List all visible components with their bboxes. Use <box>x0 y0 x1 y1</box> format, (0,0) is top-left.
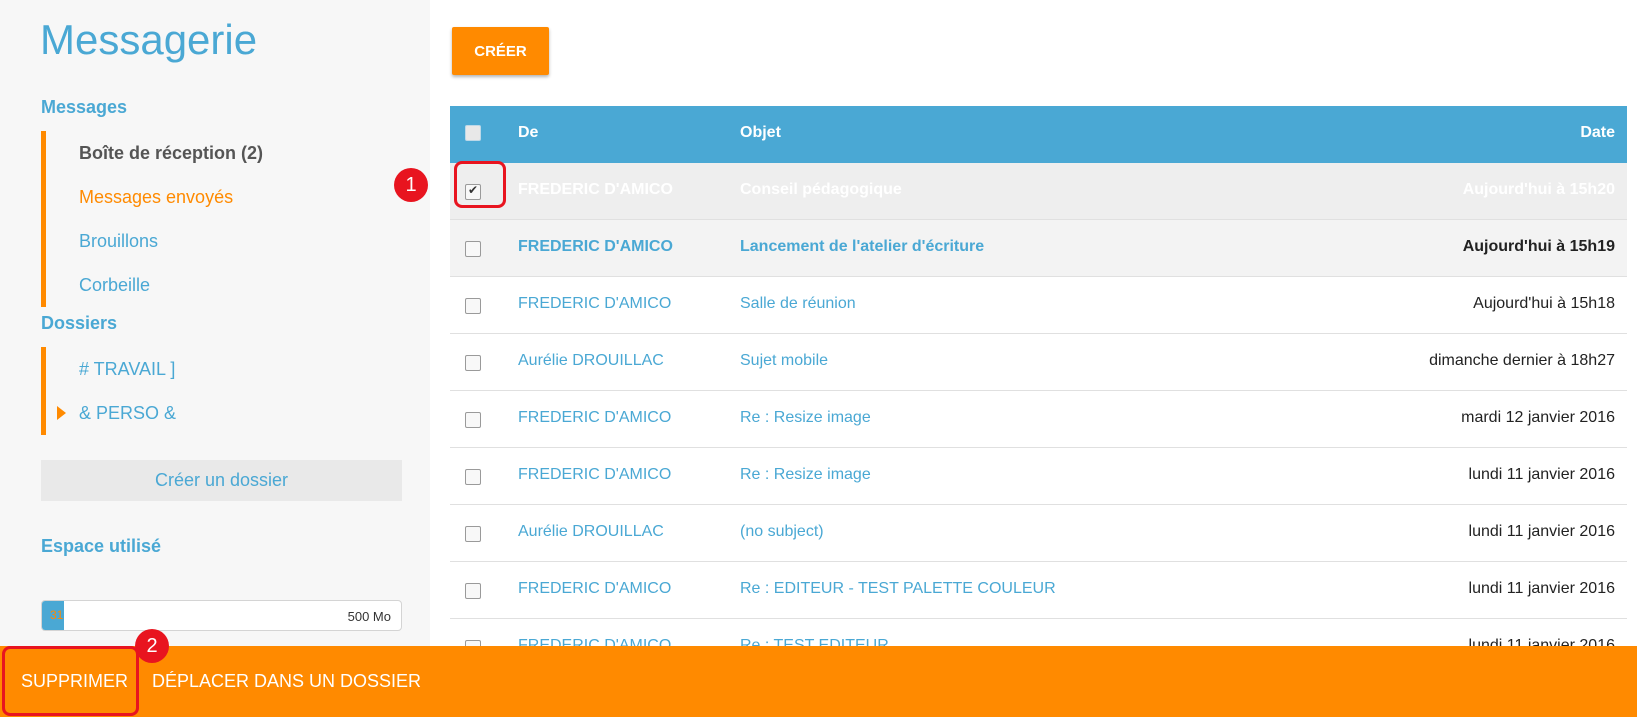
table-header: De Objet Date <box>450 106 1627 163</box>
table-row[interactable]: FREDERIC D'AMICO Salle de réunion Aujour… <box>450 277 1627 334</box>
row-from: Aurélie DROUILLAC <box>518 352 664 369</box>
folders-nav: # TRAVAIL ] & PERSO & <box>41 347 401 435</box>
select-all-checkbox[interactable] <box>465 125 481 141</box>
row-checkbox[interactable] <box>465 583 481 599</box>
row-from: FREDERIC D'AMICO <box>518 409 672 426</box>
sidebar-item-trash[interactable]: Corbeille <box>46 263 401 307</box>
row-checkbox[interactable] <box>465 241 481 257</box>
header-subject: Objet <box>740 124 781 141</box>
row-from: FREDERIC D'AMICO <box>518 637 672 646</box>
table-row[interactable]: FREDERIC D'AMICO Re : TEST EDITEUR lundi… <box>450 619 1627 646</box>
message-table: De Objet Date FREDERIC D'AMICO Conseil p… <box>450 106 1627 646</box>
row-date: lundi 11 janvier 2016 <box>1468 580 1615 597</box>
messages-section-title: Messages <box>41 97 128 117</box>
sidebar-item-sent[interactable]: Messages envoyés <box>46 175 401 219</box>
row-date: Aujourd'hui à 15h18 <box>1473 295 1615 312</box>
move-to-folder-button[interactable]: DÉPLACER DANS UN DOSSIER <box>152 646 421 717</box>
row-from: FREDERIC D'AMICO <box>518 466 672 483</box>
table-row[interactable]: FREDERIC D'AMICO Re : EDITEUR - TEST PAL… <box>450 562 1627 619</box>
row-subject: Lancement de l'atelier d'écriture <box>740 238 985 255</box>
table-row[interactable]: FREDERIC D'AMICO Conseil pédagogique Auj… <box>450 163 1627 220</box>
table-row[interactable]: FREDERIC D'AMICO Re : Resize image mardi… <box>450 391 1627 448</box>
row-subject: Sujet mobile <box>740 352 829 369</box>
row-subject: Re : EDITEUR - TEST PALETTE COULEUR <box>740 580 1056 597</box>
header-from: De <box>518 124 539 141</box>
row-date: mardi 12 janvier 2016 <box>1461 409 1615 426</box>
sidebar: Messagerie Messages Boîte de réception (… <box>0 0 430 717</box>
row-subject: Re : TEST EDITEUR <box>740 637 889 646</box>
highlight-delete <box>2 646 139 716</box>
row-subject: Conseil pédagogique <box>740 181 902 198</box>
folder-item-travail[interactable]: # TRAVAIL ] <box>46 347 401 391</box>
quota-title: Espace utilisé <box>41 536 162 556</box>
table-row[interactable]: FREDERIC D'AMICO Lancement de l'atelier … <box>450 220 1627 277</box>
row-date: dimanche dernier à 18h27 <box>1429 352 1615 369</box>
row-from: Aurélie DROUILLAC <box>518 523 664 540</box>
row-date: lundi 11 janvier 2016 <box>1468 637 1615 646</box>
create-folder-button[interactable]: Créer un dossier <box>41 460 402 501</box>
row-checkbox[interactable] <box>465 298 481 314</box>
caret-right-icon[interactable] <box>57 406 66 420</box>
row-date: Aujourd'hui à 15h20 <box>1462 181 1615 198</box>
annotation-marker-2: 2 <box>135 629 169 663</box>
folder-item-perso-label: & PERSO & <box>79 403 177 423</box>
row-checkbox[interactable] <box>465 469 481 485</box>
sidebar-item-drafts[interactable]: Brouillons <box>46 219 401 263</box>
quota-max: 500 Mo <box>347 609 391 624</box>
row-checkbox[interactable] <box>465 355 481 371</box>
action-bar: SUPPRIMER DÉPLACER DANS UN DOSSIER <box>0 646 1637 717</box>
row-date: Aujourd'hui à 15h19 <box>1462 238 1615 255</box>
folders-section-title: Dossiers <box>41 313 118 333</box>
row-checkbox[interactable] <box>465 526 481 542</box>
folder-item-perso[interactable]: & PERSO & <box>46 391 401 435</box>
quota-bar: 31 500 Mo <box>41 600 402 631</box>
row-from: FREDERIC D'AMICO <box>518 580 672 597</box>
row-checkbox[interactable] <box>465 412 481 428</box>
create-message-button[interactable]: CRÉER <box>452 27 549 75</box>
table-row[interactable]: Aurélie DROUILLAC (no subject) lundi 11 … <box>450 505 1627 562</box>
annotation-marker-1: 1 <box>394 168 428 202</box>
table-row[interactable]: FREDERIC D'AMICO Re : Resize image lundi… <box>450 448 1627 505</box>
table-row[interactable]: Aurélie DROUILLAC Sujet mobile dimanche … <box>450 334 1627 391</box>
row-subject: Re : Resize image <box>740 466 871 483</box>
quota-used: 31 <box>50 608 64 622</box>
row-from: FREDERIC D'AMICO <box>518 295 672 312</box>
row-subject: Salle de réunion <box>740 295 856 312</box>
row-date: lundi 11 janvier 2016 <box>1468 466 1615 483</box>
row-subject: Re : Resize image <box>740 409 871 426</box>
header-date: Date <box>1580 124 1615 141</box>
page-title: Messagerie <box>40 16 258 63</box>
highlight-checkbox <box>454 161 506 208</box>
sidebar-item-inbox[interactable]: Boîte de réception (2) <box>46 131 401 175</box>
row-from: FREDERIC D'AMICO <box>518 181 673 198</box>
messages-nav: Boîte de réception (2) Messages envoyés … <box>41 131 401 307</box>
row-subject: (no subject) <box>740 523 824 540</box>
row-from: FREDERIC D'AMICO <box>518 238 673 255</box>
row-date: lundi 11 janvier 2016 <box>1468 523 1615 540</box>
